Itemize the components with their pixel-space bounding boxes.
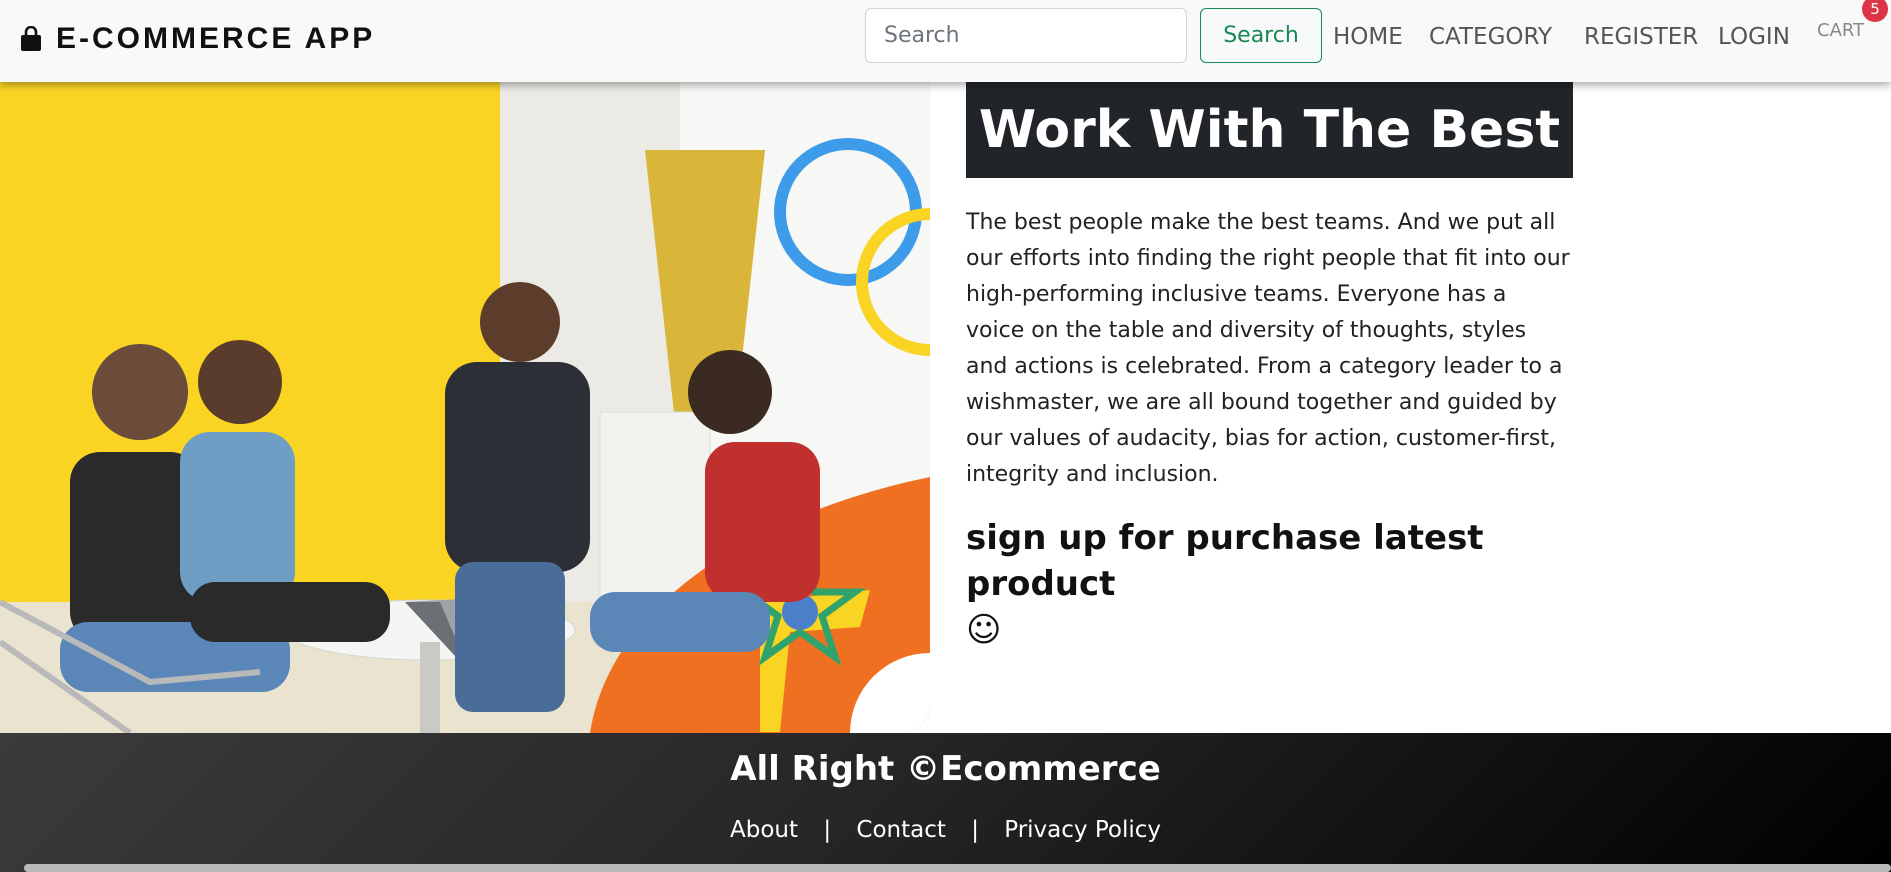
signup-text: sign up for purchase latest product xyxy=(966,518,1484,604)
nav-login-link[interactable]: LOGIN xyxy=(1718,24,1790,50)
intro-paragraph: The best people make the best teams. And… xyxy=(966,210,1570,487)
footer-separator: | xyxy=(823,817,832,843)
nav-category-link[interactable]: CATEGORY xyxy=(1429,24,1552,50)
horizontal-scrollbar[interactable] xyxy=(24,864,1891,872)
footer-separator: | xyxy=(971,817,979,843)
footer-title: All Right ©Ecommerce xyxy=(730,749,1161,789)
signup-heading: sign up for purchase latest product ☺ xyxy=(966,515,1566,653)
navbar: E-COMMERCE APP Search HOME CATEGORY REGI… xyxy=(0,0,1891,82)
brand-title: E-COMMERCE APP xyxy=(56,22,376,55)
shopping-bag-icon xyxy=(21,26,41,51)
search-button[interactable]: Search xyxy=(1200,8,1322,63)
smiley-icon: ☺ xyxy=(966,610,1002,650)
search-input[interactable] xyxy=(865,8,1187,63)
footer-privacy-link[interactable]: Privacy Policy xyxy=(1004,817,1161,843)
page-title: Work With The Best xyxy=(966,82,1573,178)
brand-link[interactable]: E-COMMERCE APP xyxy=(20,20,375,58)
footer-links: About | Contact | Privacy Policy xyxy=(0,817,1891,843)
nav-cart-link[interactable]: CART xyxy=(1817,20,1864,41)
nav-home-link[interactable]: HOME xyxy=(1333,24,1403,50)
footer: All Right ©Ecommerce About | Contact | P… xyxy=(0,733,1891,872)
footer-about-link[interactable]: About xyxy=(730,817,798,843)
cart-count-badge: 5 xyxy=(1862,0,1888,22)
nav-register-link[interactable]: REGISTER xyxy=(1584,24,1698,50)
team-photo xyxy=(0,82,930,733)
footer-contact-link[interactable]: Contact xyxy=(856,817,945,843)
